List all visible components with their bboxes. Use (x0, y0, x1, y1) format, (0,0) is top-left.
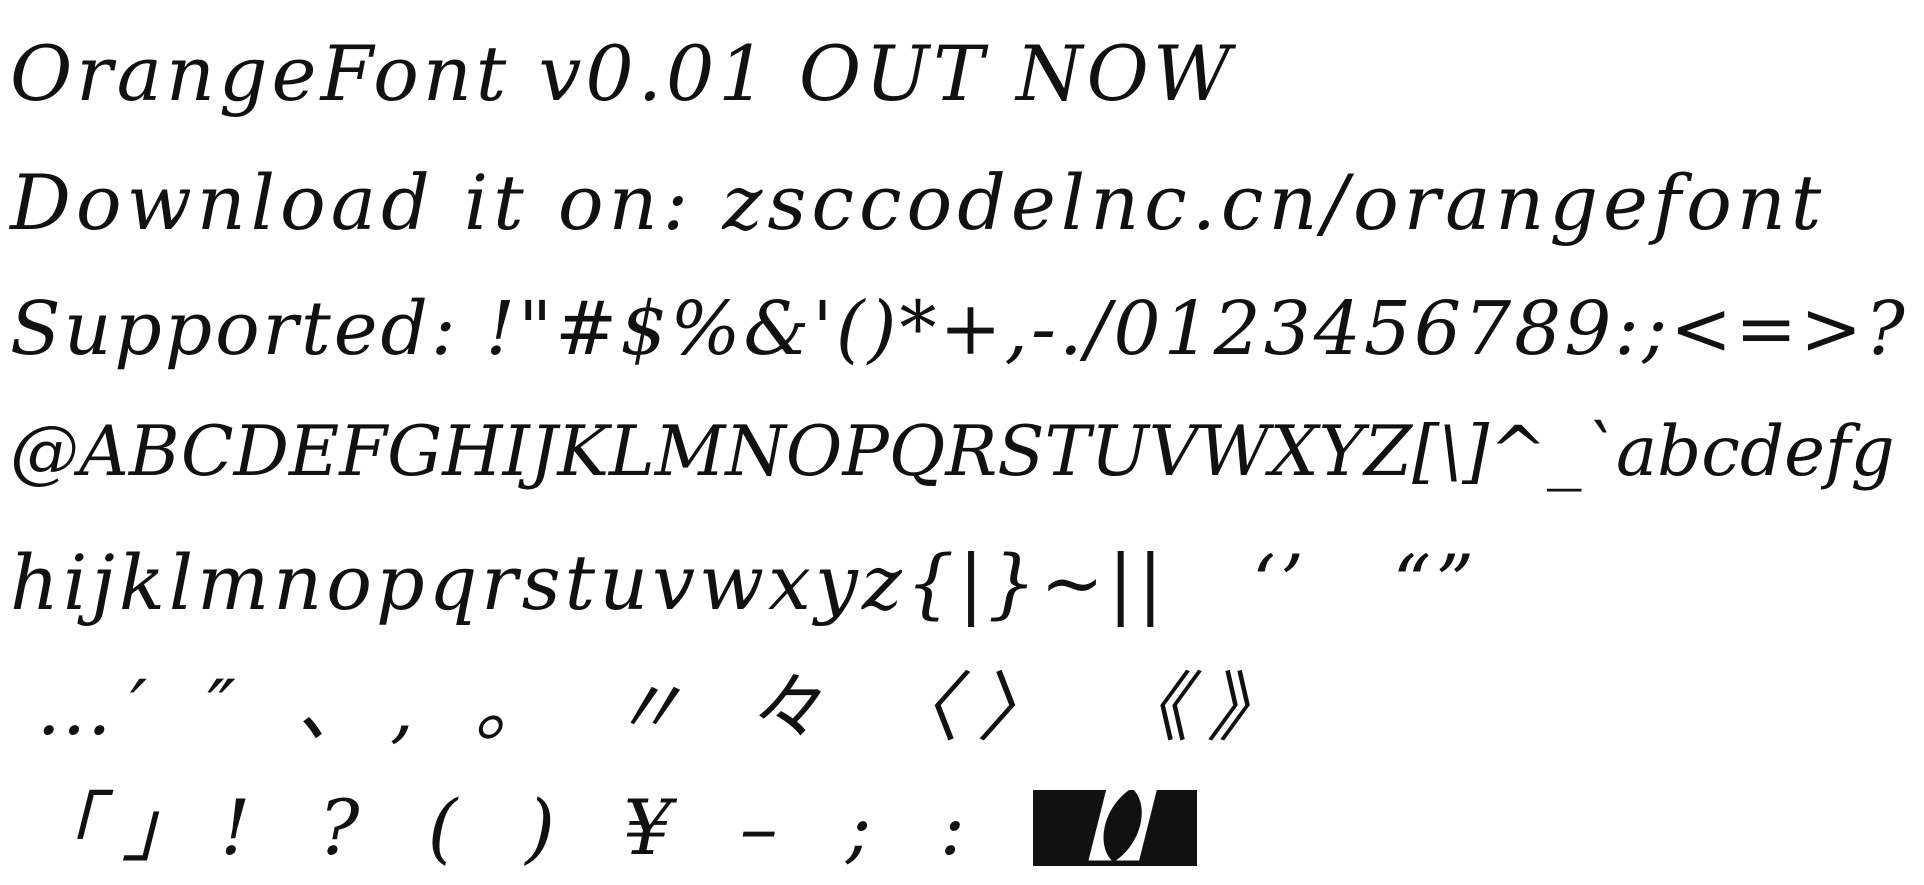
lenticular-bracket-glyph: 【】 (1033, 790, 1198, 866)
specimen-line-fullwidth: 「」! ? ( ) ¥ – ; : 【】 (24, 790, 1198, 866)
specimen-line-title: OrangeFont v0.01 OUT NOW (10, 29, 1235, 118)
specimen-line-uppercase: @ABCDEFGHIJKLMNOPQRSTUVWXYZ[\]^_`abcdefg (10, 412, 1895, 492)
specimen-fullwidth-glyphs: 「」! ? ( ) ¥ – ; : (24, 783, 988, 872)
specimen-line-lowercase: hijklmnopqrstuvwxyz{|}~|| ‘’ “” (10, 538, 1479, 627)
font-specimen-sheet: OrangeFont v0.01 OUT NOW Download it on:… (0, 0, 1924, 885)
specimen-line-download: Download it on: zsccodelnc.cn/orangefont (10, 158, 1827, 247)
specimen-line-cjk-punctuation: …′ ″ 、, 。 〃 々 〈〉 《》 (36, 663, 1301, 752)
specimen-line-supported: Supported: !"#$%&'()*+,-./0123456789:;<=… (10, 286, 1908, 372)
